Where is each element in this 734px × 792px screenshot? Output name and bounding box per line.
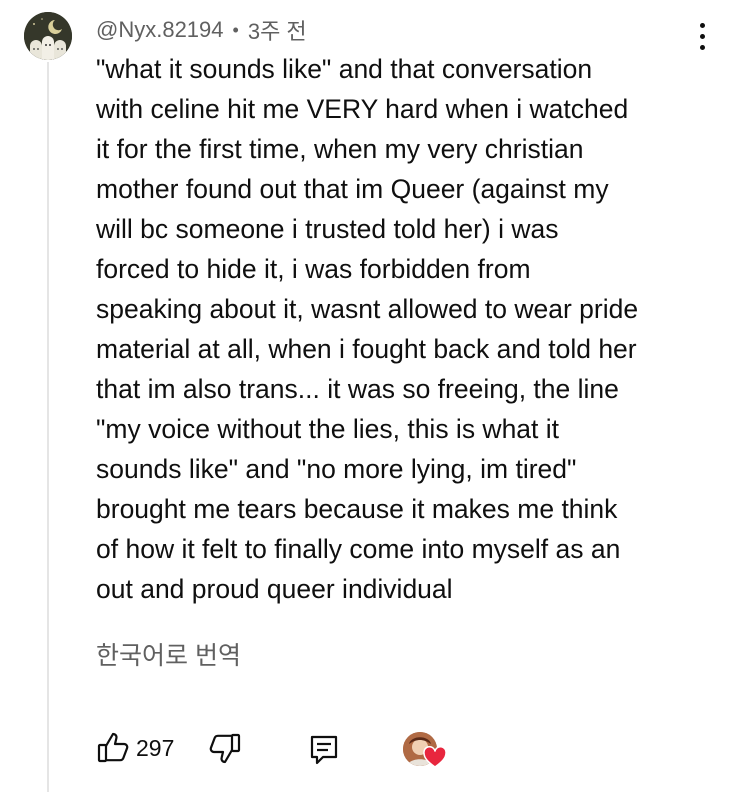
like-count: 297	[136, 735, 175, 761]
translate-link[interactable]: 한국어로 번역	[96, 636, 241, 672]
comment-header: @Nyx.82194 • 3주 전	[96, 14, 307, 46]
avatar[interactable]	[24, 12, 72, 60]
separator-dot: •	[232, 19, 239, 40]
heart-icon	[423, 746, 447, 768]
comment-thread: @Nyx.82194 • 3주 전 "what it sounds like" …	[0, 0, 734, 792]
thread-line	[47, 62, 49, 792]
thumbs-down-icon[interactable]	[206, 732, 242, 768]
action-bar: 297	[96, 728, 716, 772]
comment-text: "what it sounds like" and that conversat…	[96, 54, 639, 604]
creator-heart[interactable]	[403, 728, 447, 772]
more-dot	[699, 22, 705, 28]
reply-icon[interactable]	[309, 734, 339, 766]
avatar-image	[24, 12, 72, 60]
author-name[interactable]: @Nyx.82194	[96, 17, 224, 43]
thumbs-up-icon[interactable]	[96, 730, 132, 766]
timestamp[interactable]: 3주 전	[248, 14, 307, 46]
more-dot	[699, 33, 705, 39]
